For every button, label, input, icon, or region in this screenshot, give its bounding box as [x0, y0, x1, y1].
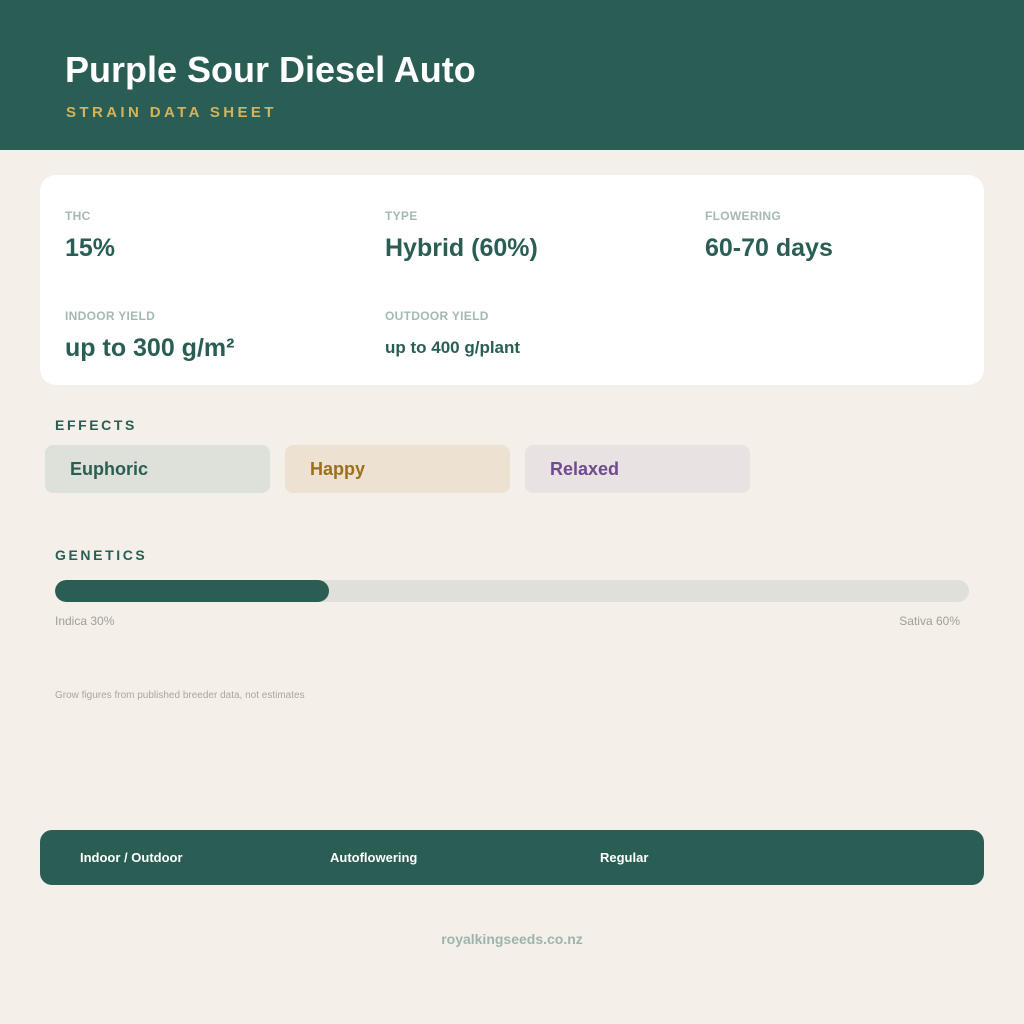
- feature-indoor-outdoor: Indoor / Outdoor: [80, 850, 183, 865]
- stat-flowering-label: FLOWERING: [705, 209, 782, 223]
- stat-type: TYPE Hybrid (60%): [385, 209, 538, 263]
- footnote: Grow figures from published breeder data…: [55, 690, 305, 701]
- stats-card: THC 15% TYPE Hybrid (60%) FLOWERING 60-7…: [40, 175, 984, 385]
- stat-indoor-yield: INDOOR YIELD up to 300 g/m²: [65, 309, 234, 363]
- stat-indoor-yield-value: up to 300 g/m²: [65, 334, 235, 362]
- genetics-bar: [55, 580, 969, 602]
- page-subtitle: STRAIN DATA SHEET: [66, 104, 277, 121]
- genetics-sativa-label: Sativa 60%: [899, 614, 960, 628]
- stat-outdoor-yield-label: OUTDOOR YIELD: [385, 309, 489, 323]
- feature-bar: Indoor / Outdoor Autoflowering Regular: [40, 830, 984, 885]
- effects-heading: EFFECTS: [55, 417, 137, 433]
- genetics-heading: GENETICS: [55, 547, 148, 563]
- stat-thc-value: 15%: [65, 234, 116, 262]
- stat-outdoor-yield-value: up to 400 g/plant: [385, 338, 521, 357]
- stat-flowering: FLOWERING 60-70 days: [705, 209, 833, 263]
- stat-indoor-yield-label: INDOOR YIELD: [65, 309, 156, 323]
- stat-outdoor-yield: OUTDOOR YIELD up to 400 g/plant: [385, 309, 520, 360]
- feature-regular: Regular: [600, 850, 649, 865]
- page-title: Purple Sour Diesel Auto: [65, 49, 476, 90]
- effect-chip-relaxed: Relaxed: [525, 445, 750, 493]
- effect-chip-euphoric: Euphoric: [45, 445, 270, 493]
- genetics-bar-indica-fill: [55, 580, 330, 602]
- stat-type-value: Hybrid (60%): [385, 234, 538, 262]
- stat-type-label: TYPE: [385, 209, 418, 223]
- stat-thc: THC 15%: [65, 209, 115, 263]
- website-link[interactable]: royalkingseeds.co.nz: [0, 931, 1024, 948]
- stat-flowering-value: 60-70 days: [705, 234, 833, 262]
- feature-autoflowering: Autoflowering: [330, 850, 418, 865]
- stat-thc-label: THC: [65, 209, 91, 223]
- header-banner: Purple Sour Diesel Auto STRAIN DATA SHEE…: [0, 0, 1024, 150]
- genetics-indica-label: Indica 30%: [55, 614, 115, 628]
- effect-chip-happy: Happy: [285, 445, 510, 493]
